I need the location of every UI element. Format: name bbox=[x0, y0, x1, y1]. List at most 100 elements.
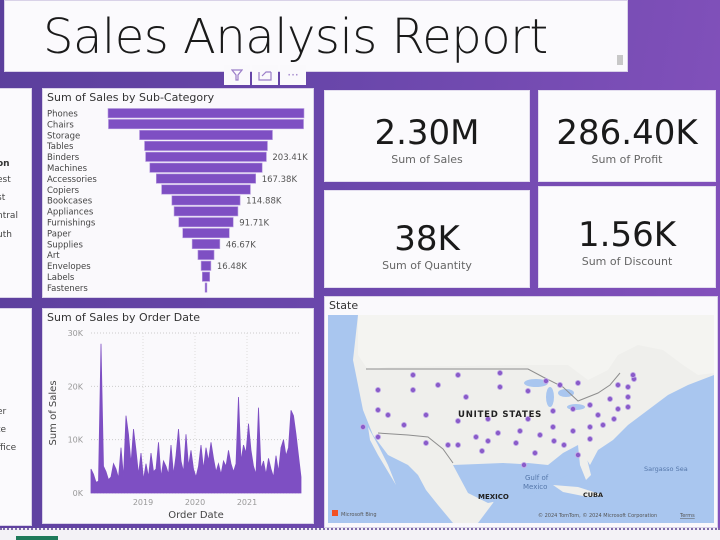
y-axis-title: Sum of Sales bbox=[48, 380, 59, 445]
state-marker[interactable] bbox=[360, 424, 367, 431]
funnel-category-label: Appliances bbox=[47, 208, 94, 218]
state-marker[interactable] bbox=[574, 380, 581, 387]
state-marker[interactable] bbox=[385, 412, 392, 419]
scroll-grip[interactable] bbox=[617, 55, 623, 65]
funnel-bar[interactable] bbox=[149, 162, 263, 173]
state-marker[interactable] bbox=[614, 406, 621, 413]
kpi-card-quantity[interactable]: 38K Sum of Quantity bbox=[324, 190, 530, 288]
kpi-label: Sum of Quantity bbox=[382, 259, 472, 272]
state-marker[interactable] bbox=[586, 436, 593, 443]
slicer-item-east[interactable]: st bbox=[0, 193, 5, 203]
state-marker[interactable] bbox=[614, 382, 621, 389]
state-marker[interactable] bbox=[375, 434, 382, 441]
state-marker[interactable] bbox=[556, 382, 563, 389]
state-marker[interactable] bbox=[536, 432, 543, 439]
state-marker[interactable] bbox=[586, 402, 593, 409]
funnel-bar[interactable] bbox=[139, 129, 273, 140]
state-marker[interactable] bbox=[569, 428, 576, 435]
line-chart-card[interactable]: Sum of Sales by Order Date 0K 10K 20K 30K 20… bbox=[42, 308, 314, 524]
state-marker[interactable] bbox=[624, 394, 631, 401]
funnel-chart-card[interactable]: Sum of Sales by Sub-Category Phones Chair… bbox=[42, 88, 314, 298]
state-marker[interactable] bbox=[610, 416, 617, 423]
state-marker[interactable] bbox=[520, 461, 527, 468]
region-slicer[interactable]: on est st ntral uth bbox=[0, 88, 32, 298]
state-marker[interactable] bbox=[512, 440, 519, 447]
funnel-bar[interactable] bbox=[145, 151, 267, 162]
state-marker[interactable] bbox=[462, 394, 469, 401]
state-marker[interactable] bbox=[478, 447, 485, 454]
state-marker[interactable] bbox=[574, 451, 581, 458]
state-marker[interactable] bbox=[484, 438, 491, 445]
state-map-card[interactable]: State UNITED STATES MEXICO Gulf of Mexico… bbox=[324, 296, 718, 528]
funnel-bar[interactable] bbox=[155, 173, 257, 184]
slicer-item-consumer[interactable]: er bbox=[0, 407, 6, 417]
state-marker[interactable] bbox=[496, 370, 503, 377]
state-marker[interactable] bbox=[375, 387, 382, 394]
segment-slicer[interactable]: er te ffice bbox=[0, 308, 32, 526]
state-marker[interactable] bbox=[569, 406, 576, 413]
funnel-bar[interactable] bbox=[107, 108, 305, 119]
sales-area-series[interactable] bbox=[90, 343, 302, 494]
page-title: Sales Analysis Report bbox=[43, 9, 548, 65]
kpi-card-sales[interactable]: 2.30M Sum of Sales bbox=[324, 90, 530, 182]
funnel-bar[interactable] bbox=[171, 195, 241, 206]
kpi-card-discount[interactable]: 1.56K Sum of Discount bbox=[538, 186, 716, 288]
state-marker[interactable] bbox=[445, 442, 452, 449]
state-marker[interactable] bbox=[624, 404, 631, 411]
state-marker[interactable] bbox=[375, 407, 382, 414]
slicer-item-south[interactable]: uth bbox=[0, 230, 12, 240]
funnel-bar[interactable] bbox=[191, 239, 221, 250]
map-attribution: © 2024 TomTom, © 2024 Microsoft Corporat… bbox=[538, 512, 657, 519]
slicer-item-corporate[interactable]: te bbox=[0, 425, 6, 435]
funnel-bar[interactable] bbox=[161, 184, 251, 195]
funnel-category-label: Machines bbox=[47, 164, 88, 174]
state-marker[interactable] bbox=[423, 412, 430, 419]
funnel-bar[interactable] bbox=[108, 119, 304, 130]
map-canvas[interactable]: UNITED STATES MEXICO Gulf of Mexico CUBA … bbox=[328, 315, 714, 523]
state-marker[interactable] bbox=[423, 440, 430, 447]
state-marker[interactable] bbox=[524, 388, 531, 395]
funnel-bar[interactable] bbox=[178, 217, 234, 228]
funnel-bar[interactable] bbox=[197, 249, 215, 260]
state-marker[interactable] bbox=[594, 412, 601, 419]
state-marker[interactable] bbox=[435, 382, 442, 389]
more-options-icon[interactable]: ··· bbox=[280, 65, 306, 85]
state-marker[interactable] bbox=[629, 372, 636, 379]
page-tab-active[interactable] bbox=[16, 536, 58, 540]
funnel-bar[interactable] bbox=[173, 206, 239, 217]
focus-mode-icon[interactable] bbox=[252, 65, 278, 85]
slicer-item-home-office[interactable]: ffice bbox=[0, 443, 16, 453]
state-marker[interactable] bbox=[549, 408, 556, 415]
state-marker[interactable] bbox=[586, 424, 593, 431]
funnel-bar[interactable] bbox=[204, 282, 208, 293]
state-marker[interactable] bbox=[606, 396, 613, 403]
funnel-bar[interactable] bbox=[182, 228, 230, 239]
kpi-card-profit[interactable]: 286.40K Sum of Profit bbox=[538, 90, 716, 182]
state-marker[interactable] bbox=[624, 384, 631, 391]
state-marker[interactable] bbox=[472, 434, 479, 441]
funnel-bar[interactable] bbox=[201, 271, 211, 282]
funnel-bar[interactable] bbox=[144, 140, 268, 151]
filter-icon[interactable] bbox=[224, 65, 250, 85]
kpi-value: 286.40K bbox=[556, 113, 698, 153]
kpi-value: 1.56K bbox=[578, 215, 676, 255]
state-marker[interactable] bbox=[560, 442, 567, 449]
state-marker[interactable] bbox=[496, 384, 503, 391]
state-marker[interactable] bbox=[494, 430, 501, 437]
state-marker[interactable] bbox=[549, 424, 556, 431]
funnel-category-label: Storage bbox=[47, 131, 80, 141]
slicer-item-central[interactable]: ntral bbox=[0, 211, 18, 221]
state-marker[interactable] bbox=[516, 428, 523, 435]
state-marker[interactable] bbox=[531, 449, 538, 456]
funnel-category-label: Fasteners bbox=[47, 284, 88, 294]
state-marker[interactable] bbox=[542, 378, 549, 385]
slicer-item-west[interactable]: est bbox=[0, 175, 11, 185]
state-marker[interactable] bbox=[410, 387, 417, 394]
state-marker[interactable] bbox=[599, 422, 606, 429]
state-marker[interactable] bbox=[401, 422, 408, 429]
state-marker[interactable] bbox=[455, 442, 462, 449]
state-marker[interactable] bbox=[550, 438, 557, 445]
state-marker[interactable] bbox=[455, 372, 462, 379]
funnel-bar[interactable] bbox=[200, 260, 212, 271]
state-marker[interactable] bbox=[410, 372, 417, 379]
